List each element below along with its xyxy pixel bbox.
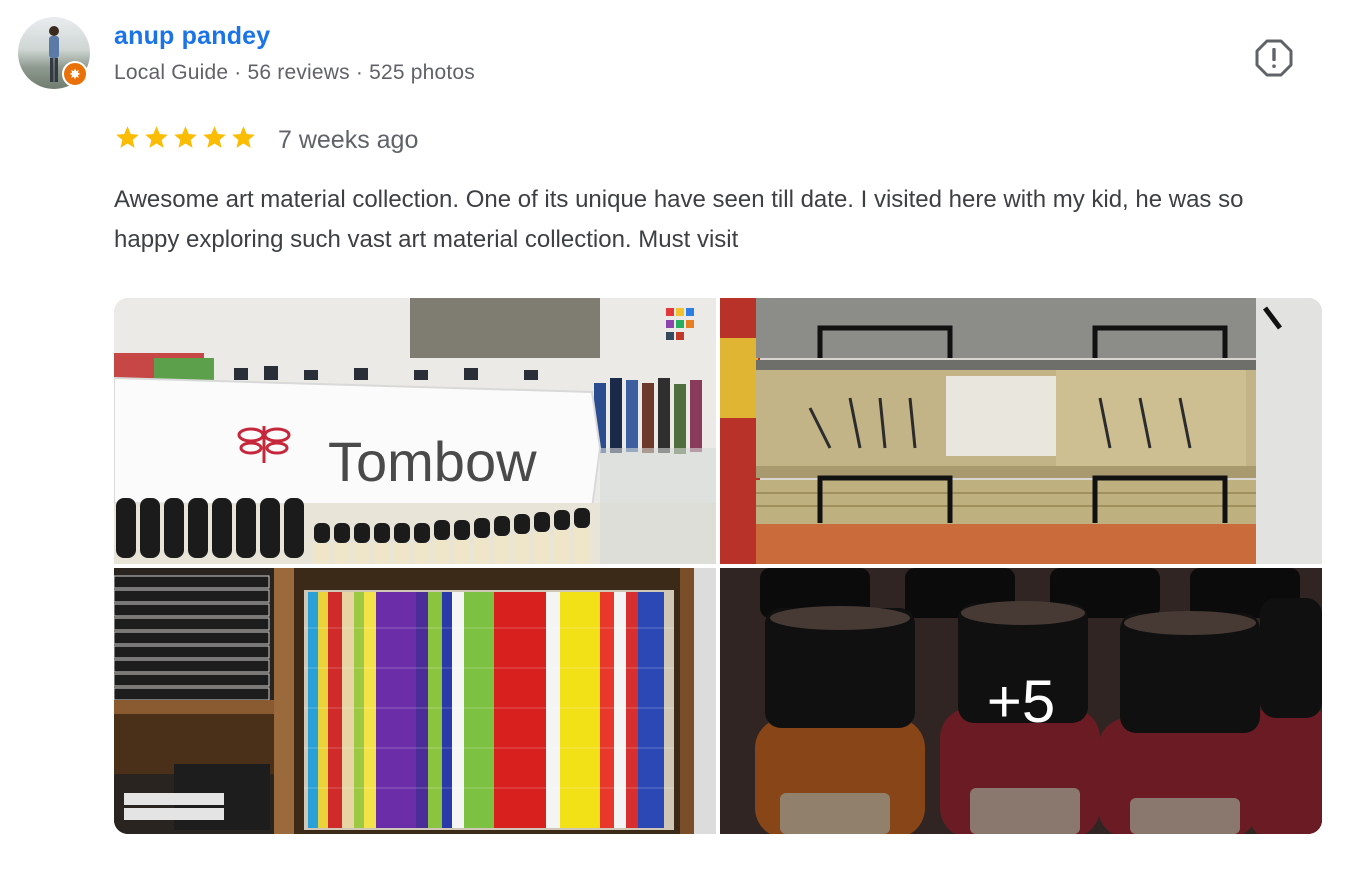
review-count: 56 reviews (247, 61, 350, 84)
review-photo-3[interactable] (114, 568, 716, 834)
star-icon (116, 126, 139, 148)
star-icon (232, 126, 255, 148)
local-guide-badge-icon: ✸ (62, 61, 88, 87)
review-photo-grid: Tombow +5 (114, 298, 1322, 834)
photo-notebook-shelf (114, 568, 716, 834)
photo-paint-pads-rack (720, 298, 1322, 564)
report-flag-icon[interactable] (1254, 38, 1294, 78)
avatar-person-figure (49, 26, 59, 82)
review-text: Awesome art material collection. One of … (114, 186, 1244, 253)
review-photo-2[interactable] (720, 298, 1322, 564)
reviewer-name[interactable]: anup pandey (114, 22, 270, 51)
local-guide-label: Local Guide (114, 61, 229, 84)
star-icon (145, 126, 168, 148)
photo-tombow-display: Tombow (114, 298, 716, 564)
review-photo-1[interactable]: Tombow (114, 298, 716, 564)
star-rating (114, 124, 257, 151)
meta-separator: · (234, 61, 242, 84)
star-icon (203, 126, 226, 148)
meta-separator: · (355, 61, 364, 84)
photo-count: 525 photos (369, 61, 476, 84)
tombow-sign-text: Tombow (328, 430, 537, 493)
reviewer-meta: Local Guide · 56 reviews · 525 photos (114, 61, 475, 85)
star-icon (174, 126, 197, 148)
more-photos-overlay[interactable]: +5 (720, 568, 1322, 834)
review-photo-4[interactable]: +5 (720, 568, 1322, 834)
review-time: 7 weeks ago (278, 126, 419, 154)
